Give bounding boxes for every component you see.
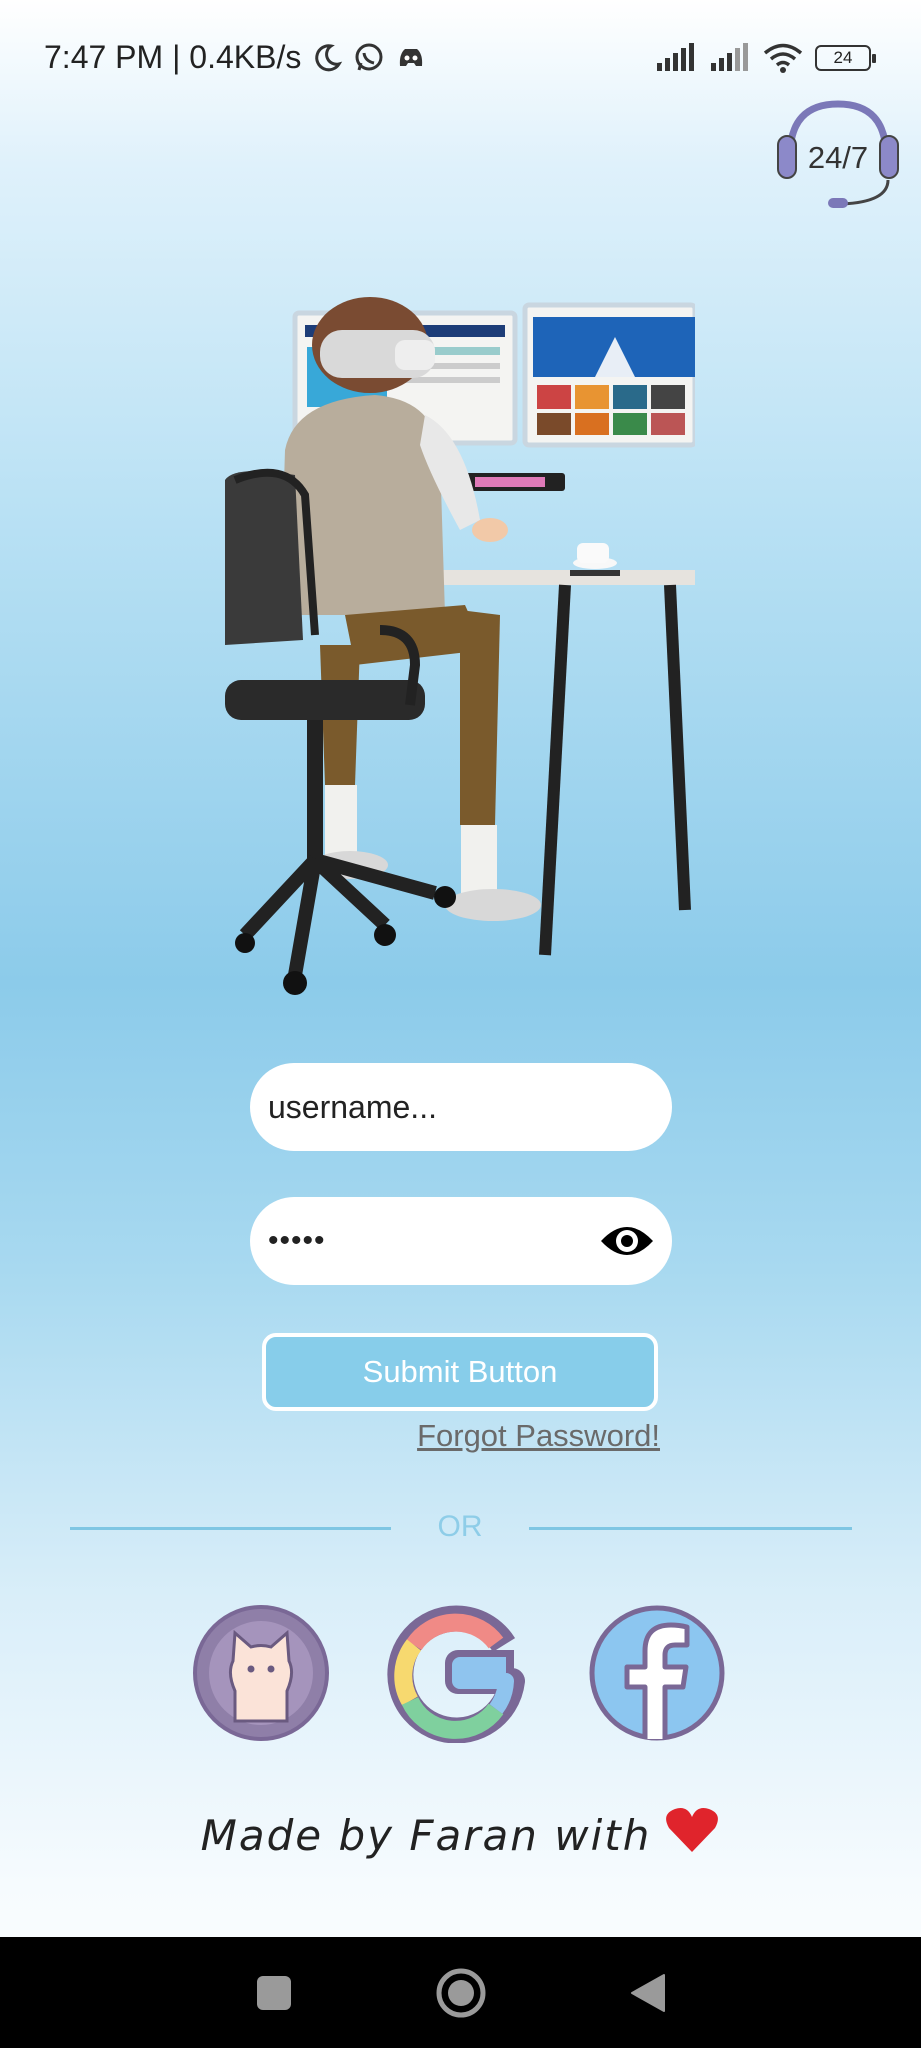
submit-button[interactable]: Submit Button bbox=[262, 1333, 658, 1411]
home-icon[interactable] bbox=[421, 1953, 501, 2033]
wifi-icon bbox=[763, 42, 803, 74]
signal-icon bbox=[655, 42, 697, 73]
github-button[interactable] bbox=[191, 1603, 331, 1743]
or-label: OR bbox=[437, 1510, 483, 1543]
footer-credit: Made by Faran with bbox=[180, 1800, 740, 1870]
whatsapp-icon bbox=[353, 42, 385, 74]
password-field[interactable]: ••••• bbox=[250, 1197, 672, 1285]
username-input[interactable] bbox=[268, 1088, 654, 1126]
status-left: 7:47 PM | 0.4KB/s bbox=[44, 39, 427, 76]
facebook-icon bbox=[589, 1605, 725, 1741]
moon-icon bbox=[311, 42, 343, 74]
status-time: 7:47 PM | 0.4KB/s bbox=[44, 39, 302, 75]
support-label: 24/7 bbox=[808, 140, 868, 175]
username-field[interactable] bbox=[250, 1063, 672, 1151]
divider-left bbox=[70, 1527, 391, 1530]
hero-illustration bbox=[225, 285, 698, 1005]
google-button[interactable] bbox=[386, 1603, 526, 1744]
footer-text: Made by Faran with bbox=[200, 1810, 652, 1860]
eye-icon[interactable] bbox=[598, 1219, 656, 1263]
status-right: 24 bbox=[655, 42, 876, 74]
github-icon bbox=[193, 1605, 329, 1741]
back-icon[interactable] bbox=[608, 1953, 688, 2033]
google-icon bbox=[387, 1605, 525, 1744]
password-input[interactable]: ••••• bbox=[268, 1224, 326, 1258]
battery-icon: 24 bbox=[815, 44, 876, 71]
headset-icon: 24/7 bbox=[777, 100, 899, 208]
facebook-button[interactable] bbox=[587, 1603, 727, 1743]
discord-icon bbox=[395, 42, 427, 74]
battery-level: 24 bbox=[833, 47, 853, 67]
divider-right bbox=[529, 1527, 852, 1530]
support-badge[interactable]: 24/7 bbox=[772, 96, 904, 214]
recent-apps-icon[interactable] bbox=[234, 1953, 314, 2033]
heart-icon bbox=[665, 1806, 719, 1864]
signal-icon bbox=[709, 42, 751, 73]
system-nav-bar bbox=[0, 1937, 921, 2048]
forgot-password-link[interactable]: Forgot Password! bbox=[400, 1418, 660, 1454]
